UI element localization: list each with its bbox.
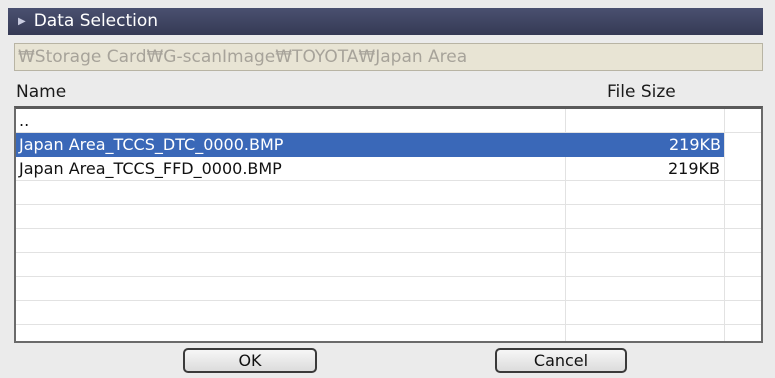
file-size: 219KB <box>668 135 721 154</box>
list-item-parent-directory[interactable]: .. <box>16 109 761 133</box>
file-name: .. <box>19 111 30 130</box>
ok-button[interactable]: OK <box>183 348 317 373</box>
file-name: Japan Area_TCCS_FFD_0000.BMP <box>19 159 282 178</box>
list-item-selected[interactable]: Japan Area_TCCS_DTC_0000.BMP 219KB <box>16 133 724 157</box>
empty-row <box>16 253 761 277</box>
empty-row <box>16 301 761 325</box>
file-name: Japan Area_TCCS_DTC_0000.BMP <box>19 135 284 154</box>
dialog-title-bar: ▶ Data Selection <box>8 8 763 35</box>
expand-arrow-icon: ▶ <box>18 16 26 27</box>
list-item[interactable]: Japan Area_TCCS_FFD_0000.BMP 219KB <box>16 157 761 181</box>
empty-row <box>16 229 761 253</box>
file-size: 219KB <box>667 159 720 178</box>
current-path-field: ₩Storage Card₩G-scanImage₩TOYOTA₩Japan A… <box>14 43 763 71</box>
column-header-name[interactable]: Name <box>16 82 66 102</box>
empty-row <box>16 181 761 205</box>
empty-row <box>16 205 761 229</box>
column-header-file-size[interactable]: File Size <box>607 82 676 102</box>
empty-row <box>16 277 761 301</box>
file-list[interactable]: .. Japan Area_TCCS_DTC_0000.BMP 219KB Ja… <box>14 106 763 343</box>
dialog-title: Data Selection <box>33 11 159 31</box>
cancel-button[interactable]: Cancel <box>495 348 627 373</box>
